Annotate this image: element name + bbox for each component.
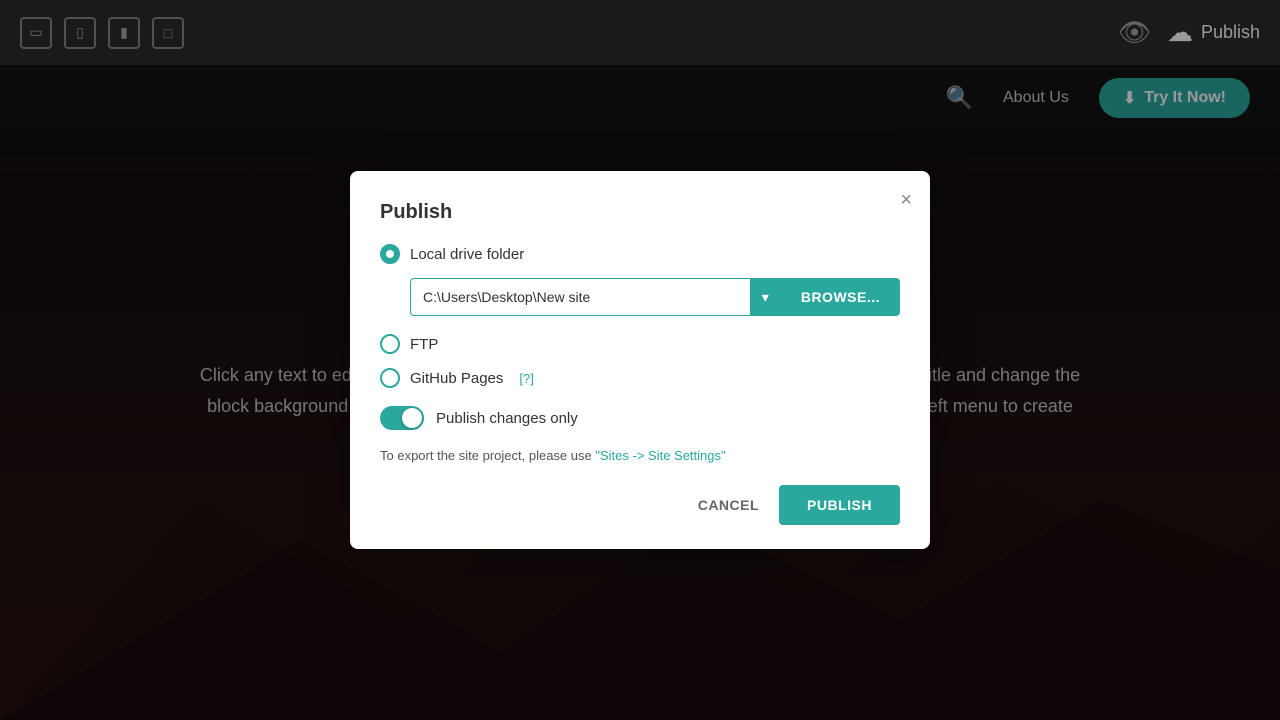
path-input[interactable] [410, 278, 750, 316]
publish-changes-toggle-row: Publish changes only [380, 406, 900, 430]
modal-title: Publish [380, 201, 900, 224]
ftp-label: FTP [410, 336, 438, 353]
cancel-button[interactable]: CANCEL [694, 487, 763, 523]
modal-close-button[interactable]: × [900, 189, 912, 212]
publish-changes-label: Publish changes only [436, 410, 578, 427]
export-note: To export the site project, please use "… [380, 448, 900, 463]
modal-backdrop: Publish × Local drive folder ▾ BROWSE...… [0, 0, 1280, 720]
local-drive-label: Local drive folder [410, 246, 524, 263]
local-drive-radio[interactable]: Local drive folder [380, 244, 900, 264]
github-radio-circle [380, 368, 400, 388]
ftp-radio[interactable]: FTP [380, 334, 900, 354]
publish-changes-toggle[interactable] [380, 406, 424, 430]
toggle-knob [402, 408, 422, 428]
modal-actions: CANCEL PUBLISH [380, 485, 900, 525]
path-dropdown-button[interactable]: ▾ [750, 278, 781, 316]
github-help-link[interactable]: [?] [519, 371, 533, 386]
ftp-radio-circle [380, 334, 400, 354]
publish-modal: Publish × Local drive folder ▾ BROWSE...… [350, 171, 930, 549]
browse-button[interactable]: BROWSE... [781, 278, 900, 316]
local-drive-radio-circle [380, 244, 400, 264]
github-label: GitHub Pages [410, 370, 503, 387]
export-settings-link[interactable]: "Sites -> Site Settings" [595, 448, 725, 463]
github-radio[interactable]: GitHub Pages [?] [380, 368, 900, 388]
export-note-prefix: To export the site project, please use [380, 448, 595, 463]
path-row: ▾ BROWSE... [410, 278, 900, 316]
chevron-down-icon: ▾ [762, 289, 769, 306]
publish-modal-button[interactable]: PUBLISH [779, 485, 900, 525]
